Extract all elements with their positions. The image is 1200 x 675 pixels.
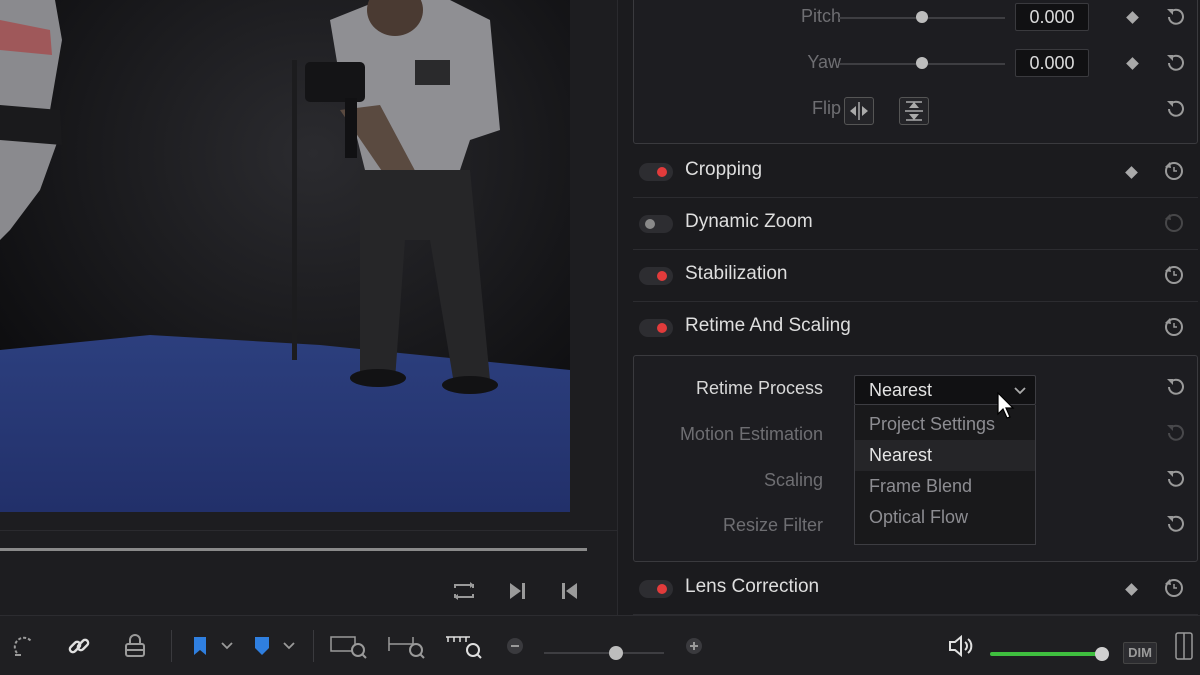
resize-filter-label: Resize Filter <box>722 515 823 535</box>
retime-process-menu: Project Settings Nearest Frame Blend Opt… <box>854 405 1036 545</box>
resize-filter-reset-icon[interactable] <box>1164 513 1186 535</box>
timeline-zoom-slider[interactable] <box>544 652 664 654</box>
yaw-value-field[interactable]: 0.000 <box>1015 49 1089 77</box>
section-cropping[interactable]: Cropping <box>633 146 1198 198</box>
section-title: Stabilization <box>685 263 788 284</box>
pitch-slider-knob[interactable] <box>916 11 928 23</box>
section-title: Lens Correction <box>685 576 820 597</box>
transform-panel: Pitch 0.000 Yaw 0.000 Flip <box>633 0 1198 144</box>
shield-marker-icon[interactable] <box>249 616 275 675</box>
lens-correction-reset-icon[interactable] <box>1163 577 1185 599</box>
cropping-keyframe-icon[interactable] <box>1125 166 1138 179</box>
viewer-divider <box>0 530 617 531</box>
yaw-slider-knob[interactable] <box>916 57 928 69</box>
toolbar-separator <box>313 630 314 662</box>
next-frame-icon[interactable] <box>504 578 530 604</box>
pitch-reset-icon[interactable] <box>1164 6 1186 28</box>
zoom-detail-icon[interactable] <box>386 616 426 675</box>
pitch-value-field[interactable]: 0.000 <box>1015 3 1089 31</box>
cropping-reset-icon[interactable] <box>1163 160 1185 182</box>
zoom-in-icon[interactable] <box>683 616 705 675</box>
motion-estimation-label: Motion Estimation <box>679 424 823 444</box>
link-icon[interactable] <box>63 616 95 675</box>
section-title: Dynamic Zoom <box>685 211 813 232</box>
motion-estimation-reset-icon <box>1167 424 1184 441</box>
flip-horizontal-icon[interactable] <box>844 97 874 125</box>
section-title: Retime And Scaling <box>685 315 851 336</box>
dynamic-zoom-toggle[interactable] <box>639 215 673 233</box>
panel-layout-icon[interactable] <box>1172 616 1196 675</box>
snap-icon[interactable] <box>8 616 40 675</box>
retime-scaling-panel: Retime Process Motion Estimation Scaling… <box>633 355 1198 562</box>
menu-item-optical-flow[interactable]: Optical Flow <box>855 502 1035 533</box>
yaw-label: Yaw <box>807 52 841 72</box>
stabilization-toggle[interactable] <box>639 267 673 285</box>
inspector-panel: Pitch 0.000 Yaw 0.000 Flip Cropping Dyna… <box>617 0 1200 615</box>
menu-item-nearest[interactable]: Nearest <box>855 440 1035 471</box>
section-lens-correction[interactable]: Lens Correction <box>633 563 1198 615</box>
lens-correction-toggle[interactable] <box>639 580 673 598</box>
cropping-toggle[interactable] <box>639 163 673 181</box>
retime-process-value: Nearest <box>869 380 933 400</box>
loop-icon[interactable] <box>451 578 477 604</box>
pitch-keyframe-icon[interactable] <box>1126 11 1139 24</box>
video-frame[interactable] <box>0 0 570 512</box>
retime-scaling-toggle[interactable] <box>639 319 673 337</box>
dim-button[interactable]: DIM <box>1123 642 1157 664</box>
previous-frame-icon[interactable] <box>557 578 583 604</box>
retime-process-label: Retime Process <box>695 378 823 398</box>
retime-scaling-reset-icon[interactable] <box>1163 316 1185 338</box>
flip-label: Flip <box>811 98 841 118</box>
zoom-fit-icon[interactable] <box>328 616 368 675</box>
zoom-out-icon[interactable] <box>504 616 526 675</box>
flag-marker-icon[interactable] <box>187 616 213 675</box>
bottom-toolbar: DIM <box>0 615 1200 675</box>
video-image <box>0 0 570 512</box>
flip-reset-icon[interactable] <box>1164 98 1186 120</box>
volume-slider[interactable] <box>990 652 1100 656</box>
chevron-down-icon[interactable] <box>217 616 237 675</box>
toolbar-separator <box>171 630 172 662</box>
section-stabilization[interactable]: Stabilization <box>633 250 1198 302</box>
retime-process-reset-icon[interactable] <box>1164 376 1186 398</box>
menu-item-frame-blend[interactable]: Frame Blend <box>855 471 1035 502</box>
dynamic-zoom-reset-icon <box>1165 214 1183 232</box>
flip-vertical-icon[interactable] <box>899 97 929 125</box>
yaw-keyframe-icon[interactable] <box>1126 57 1139 70</box>
scaling-reset-icon[interactable] <box>1164 468 1186 490</box>
chevron-down-icon[interactable] <box>279 616 299 675</box>
scaling-label: Scaling <box>763 470 823 490</box>
timeline-scrub-bar[interactable] <box>0 548 587 551</box>
mouse-cursor-icon <box>997 392 1015 419</box>
stabilization-reset-icon[interactable] <box>1163 264 1185 286</box>
chevron-down-icon <box>1014 387 1026 395</box>
video-viewer <box>0 0 617 615</box>
lens-correction-keyframe-icon[interactable] <box>1125 583 1138 596</box>
pitch-label: Pitch <box>800 6 841 26</box>
volume-knob[interactable] <box>1095 647 1109 661</box>
section-title: Cropping <box>685 159 763 180</box>
zoom-custom-icon[interactable] <box>443 616 483 675</box>
section-retime-scaling[interactable]: Retime And Scaling <box>633 302 1198 354</box>
volume-icon[interactable] <box>945 616 977 675</box>
timeline-zoom-knob[interactable] <box>609 646 623 660</box>
yaw-reset-icon[interactable] <box>1164 52 1186 74</box>
lock-track-icon[interactable] <box>119 616 151 675</box>
section-dynamic-zoom[interactable]: Dynamic Zoom <box>633 198 1198 250</box>
